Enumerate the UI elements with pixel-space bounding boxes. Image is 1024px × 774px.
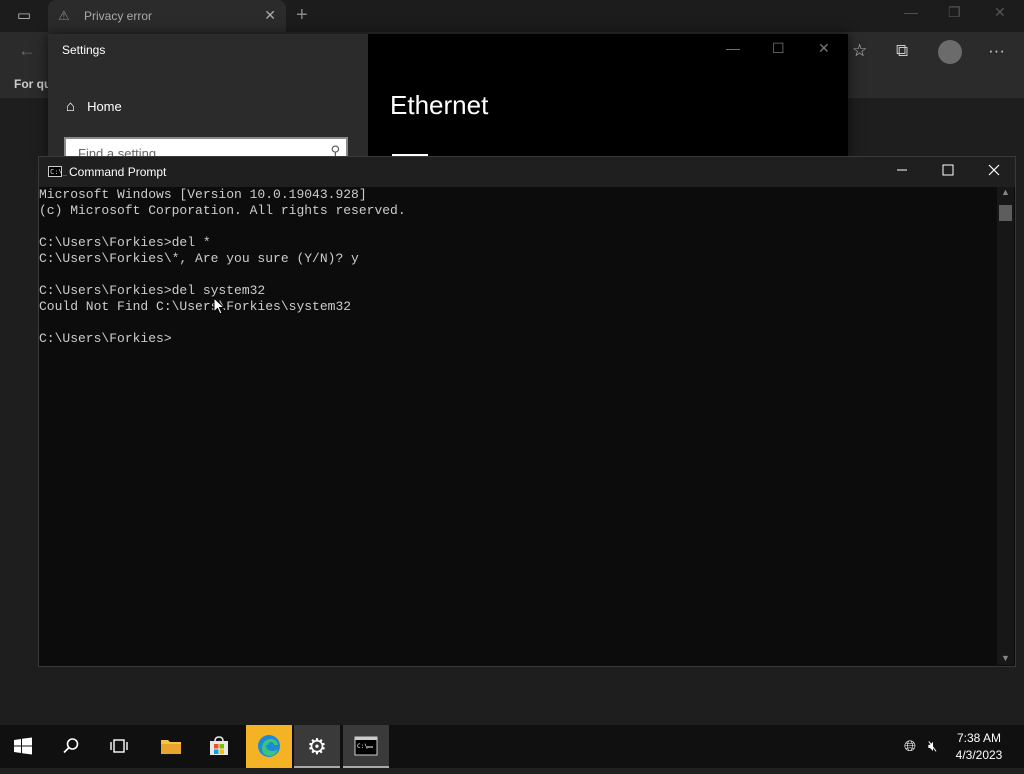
minimize-icon	[897, 169, 907, 171]
cmd-title-bar[interactable]: C:\_ Command Prompt	[39, 157, 1015, 187]
console-line: C:\Users\Forkies>del system32	[39, 283, 266, 298]
cmd-title: Command Prompt	[69, 165, 167, 179]
favorites-star-icon[interactable]: ☆	[852, 41, 867, 61]
settings-content-pane: Ethernet — ☐ ✕	[368, 34, 848, 164]
back-arrow-icon[interactable]: ←	[18, 40, 36, 61]
close-icon	[988, 164, 1000, 176]
command-prompt-window[interactable]: C:\_ Command Prompt Microsoft Windows [V…	[38, 156, 1016, 667]
browser-tab-bar: ▭ ⚠ Privacy error ✕ + — ❐ ✕	[0, 0, 1024, 32]
console-line: C:\Users\Forkies>del *	[39, 235, 211, 250]
page-title: Ethernet	[390, 90, 489, 120]
maximize-icon	[942, 164, 954, 176]
cmd-maximize-button[interactable]	[925, 157, 971, 187]
volume-muted-icon[interactable]: 🔇︎	[928, 738, 937, 755]
cmd-scrollbar[interactable]: ▲ ▼	[997, 187, 1014, 665]
command-prompt-icon: C:\	[354, 736, 378, 756]
system-clock[interactable]: 7:38 AM 4/3/2023	[946, 730, 1012, 764]
gear-icon: ⚙	[307, 734, 327, 759]
settings-minimize-icon[interactable]: —	[726, 40, 740, 56]
start-button[interactable]	[0, 725, 46, 768]
scroll-up-icon[interactable]: ▲	[1001, 187, 1010, 197]
settings-window: Settings ⌂Home ⚲ Ethernet — ☐ ✕	[48, 34, 848, 167]
privacy-error-icon: ⚠	[58, 8, 70, 23]
tab-title: Privacy error	[84, 9, 153, 23]
taskbar: ⚙ C:\ 🌐︎ 🔇︎ 7:38 AM 4/3/2023	[0, 725, 1024, 768]
clock-date: 4/3/2023	[955, 748, 1003, 762]
console-line: C:\Users\Forkies\*, Are you sure (Y/N)? …	[39, 251, 359, 266]
console-line: (c) Microsoft Corporation. All rights re…	[39, 203, 406, 218]
cmd-close-button[interactable]	[971, 157, 1017, 187]
svg-text:C:\: C:\	[357, 743, 368, 750]
edge-button[interactable]	[246, 725, 292, 768]
task-view-button[interactable]	[96, 725, 142, 768]
favorites-bar-item[interactable]: For qu	[14, 77, 51, 91]
folder-icon	[161, 740, 181, 754]
store-button[interactable]	[196, 725, 242, 768]
windows-logo-icon	[14, 737, 32, 755]
tab-actions-icon[interactable]: ▭	[10, 6, 38, 26]
console-line: Could Not Find C:\Users\Forkies\system32	[39, 299, 352, 314]
scroll-down-icon[interactable]: ▼	[1001, 653, 1010, 663]
store-icon	[210, 736, 228, 755]
browser-minimize-icon[interactable]: —	[904, 4, 918, 20]
console-output[interactable]: Microsoft Windows [Version 10.0.19043.92…	[39, 187, 999, 665]
file-explorer-button[interactable]	[148, 725, 194, 768]
console-prompt-line[interactable]: C:\Users\Forkies>	[39, 331, 999, 347]
clock-time: 7:38 AM	[956, 731, 1002, 745]
edge-icon	[258, 735, 280, 757]
cmd-button[interactable]: C:\	[343, 725, 389, 768]
cmd-minimize-button[interactable]	[879, 157, 925, 187]
scrollbar-thumb[interactable]	[999, 205, 1012, 221]
settings-close-icon[interactable]: ✕	[818, 40, 830, 57]
search-icon	[63, 738, 79, 754]
collections-icon[interactable]: ⧉	[896, 41, 908, 61]
settings-maximize-icon[interactable]: ☐	[772, 40, 785, 57]
mouse-cursor-icon	[213, 297, 225, 315]
home-icon: ⌂	[66, 98, 76, 115]
network-globe-icon[interactable]: 🌐︎	[904, 738, 916, 755]
settings-title: Settings	[62, 43, 106, 57]
settings-nav-pane: Settings ⌂Home ⚲	[48, 34, 368, 167]
home-label: Home	[87, 99, 122, 114]
settings-button[interactable]: ⚙	[294, 725, 340, 768]
console-line: Microsoft Windows [Version 10.0.19043.92…	[39, 187, 367, 202]
browser-close-icon[interactable]: ✕	[994, 4, 1006, 21]
cmd-app-icon: C:\_	[48, 166, 67, 177]
task-view-icon	[110, 739, 128, 753]
profile-avatar[interactable]	[938, 40, 962, 64]
search-button[interactable]	[48, 725, 94, 768]
more-menu-icon[interactable]: ···	[988, 41, 1005, 61]
browser-restore-icon[interactable]: ❐	[948, 4, 961, 21]
settings-home-link[interactable]: ⌂ Home	[66, 98, 122, 115]
tab-close-icon[interactable]: ✕	[264, 7, 276, 24]
browser-tab[interactable]: ⚠ Privacy error ✕	[48, 0, 286, 32]
new-tab-button[interactable]: +	[296, 4, 308, 27]
